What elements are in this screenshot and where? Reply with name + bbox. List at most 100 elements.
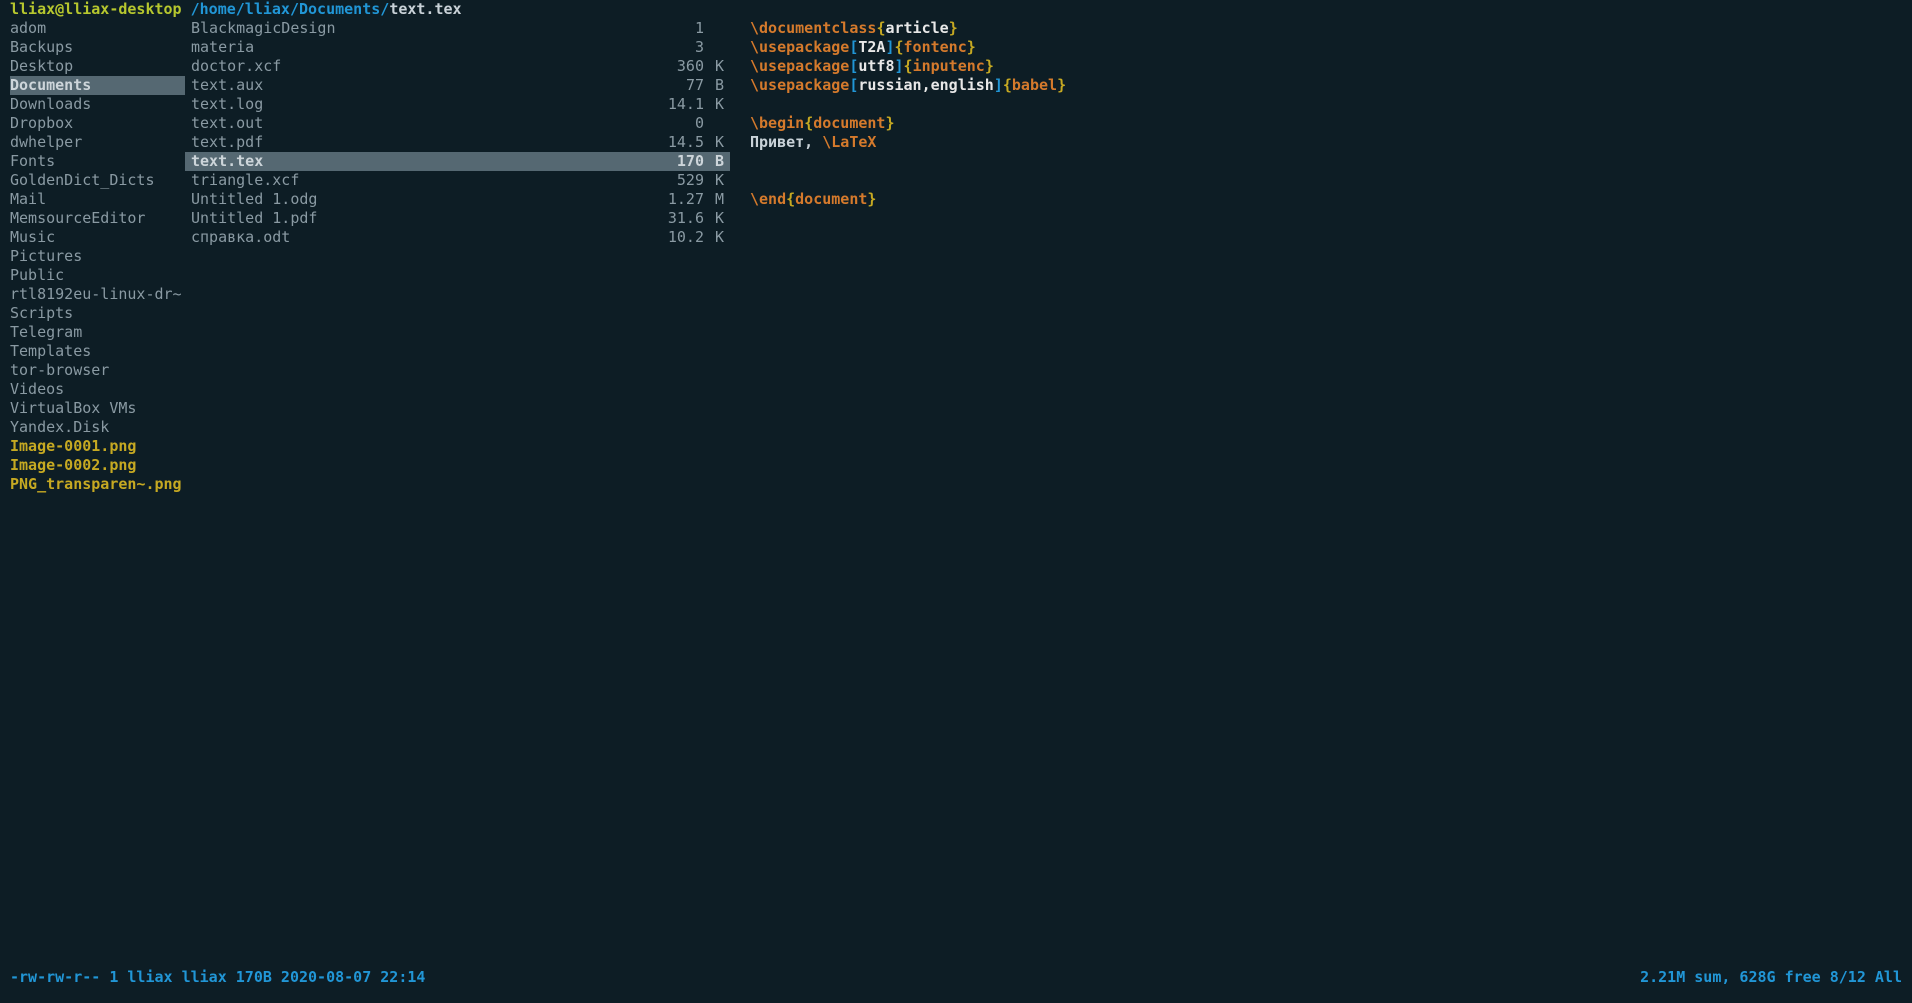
- parent-dir-item[interactable]: Mail: [10, 190, 185, 209]
- dir-label: Videos: [10, 380, 64, 399]
- current-path: /home/lliax/Documents/: [182, 0, 390, 18]
- parent-dir-item[interactable]: Yandex.Disk: [10, 418, 185, 437]
- file-label: BlackmagicDesign: [185, 19, 336, 38]
- dir-label: rtl8192eu-linux-dr~: [10, 285, 182, 304]
- editor-line: Привет, \LaTeX: [750, 133, 1902, 152]
- parent-dir-item[interactable]: GoldenDict_Dicts: [10, 171, 185, 190]
- file-item[interactable]: BlackmagicDesign 1: [185, 19, 730, 38]
- status-right: 2.21M sum, 628G free 8/12 All: [1640, 968, 1902, 987]
- syntax-token: inputenc: [913, 57, 985, 75]
- file-label: text.out: [185, 114, 263, 133]
- parent-dir-item[interactable]: Music: [10, 228, 185, 247]
- file-size-num: 10.2: [654, 228, 704, 247]
- parent-dir-item[interactable]: Image-0002.png: [10, 456, 185, 475]
- file-label: справка.odt: [185, 228, 290, 247]
- status-left: -rw-rw-r-- 1 lliax lliax 170B 2020-08-07…: [10, 968, 425, 987]
- dir-label: Scripts: [10, 304, 73, 323]
- dir-label: Pictures: [10, 247, 82, 266]
- editor-line: [750, 171, 1902, 190]
- file-item[interactable]: Untitled 1.pdf31.6K: [185, 209, 730, 228]
- file-size: 529K: [654, 171, 724, 190]
- file-size-num: 14.1: [654, 95, 704, 114]
- file-size-num: 31.6: [654, 209, 704, 228]
- parent-dir-item[interactable]: Templates: [10, 342, 185, 361]
- file-size-unit: B: [704, 76, 724, 95]
- file-size-num: 170: [654, 152, 704, 171]
- editor-line: \usepackage[T2A]{fontenc}: [750, 38, 1902, 57]
- syntax-token: document: [795, 190, 867, 208]
- file-size: 1.27M: [654, 190, 724, 209]
- file-item[interactable]: справка.odt 10.2K: [185, 228, 730, 247]
- file-size: 77B: [654, 76, 724, 95]
- syntax-token: \documentclass: [750, 19, 876, 37]
- parent-dir-item[interactable]: Backups: [10, 38, 185, 57]
- file-size-num: 14.5: [654, 133, 704, 152]
- dir-label: MemsourceEditor: [10, 209, 145, 228]
- dir-label: Yandex.Disk: [10, 418, 109, 437]
- file-label: text.tex: [185, 152, 263, 171]
- parent-dir-item[interactable]: Pictures: [10, 247, 185, 266]
- editor-line: \begin{document}: [750, 114, 1902, 133]
- syntax-token: \LaTeX: [822, 133, 876, 151]
- file-item[interactable]: text.pdf 14.5K: [185, 133, 730, 152]
- file-size-num: 360: [654, 57, 704, 76]
- file-label: text.pdf: [185, 133, 263, 152]
- file-item[interactable]: text.log 14.1K: [185, 95, 730, 114]
- parent-dir-item[interactable]: adom: [10, 19, 185, 38]
- file-item[interactable]: text.aux77B: [185, 76, 730, 95]
- parent-dir-item[interactable]: Telegram: [10, 323, 185, 342]
- preview-pane[interactable]: \documentclass{article}\usepackage[T2A]{…: [730, 19, 1902, 494]
- parent-dir-item[interactable]: Scripts: [10, 304, 185, 323]
- syntax-token: \begin: [750, 114, 804, 132]
- parent-dir-item[interactable]: Documents: [10, 76, 185, 95]
- file-size-unit: [704, 19, 724, 38]
- file-size: 31.6K: [654, 209, 724, 228]
- parent-dir-item[interactable]: Image-0001.png: [10, 437, 185, 456]
- file-size: 1: [654, 19, 724, 38]
- dir-label: Desktop: [10, 57, 73, 76]
- parent-dir-item[interactable]: VirtualBox VMs: [10, 399, 185, 418]
- image-file-label: Image-0001.png: [10, 437, 136, 456]
- parent-dir-item[interactable]: tor-browser: [10, 361, 185, 380]
- path-header: lliax@lliax-desktop /home/lliax/Document…: [0, 0, 1912, 19]
- dir-label: tor-browser: [10, 361, 109, 380]
- current-dir-pane[interactable]: BlackmagicDesign1materia3doctor.xcf360Kt…: [185, 19, 730, 494]
- syntax-token: article: [885, 19, 948, 37]
- parent-dir-item[interactable]: dwhelper: [10, 133, 185, 152]
- parent-dir-item[interactable]: Fonts: [10, 152, 185, 171]
- parent-dir-item[interactable]: Dropbox: [10, 114, 185, 133]
- file-size-unit: K: [704, 171, 724, 190]
- dir-label: adom: [10, 19, 46, 38]
- file-size-unit: K: [704, 228, 724, 247]
- parent-dir-pane[interactable]: adomBackupsDesktopDocumentsDownloadsDrop…: [10, 19, 185, 494]
- file-size-unit: K: [704, 209, 724, 228]
- file-item[interactable]: doctor.xcf360K: [185, 57, 730, 76]
- file-size: 14.5K: [654, 133, 724, 152]
- file-label: triangle.xcf: [185, 171, 299, 190]
- syntax-token: \usepackage: [750, 38, 849, 56]
- file-size-num: 1.27: [654, 190, 704, 209]
- file-item[interactable]: materia 3: [185, 38, 730, 57]
- syntax-token: }: [1057, 76, 1066, 94]
- file-label: materia: [185, 38, 254, 57]
- parent-dir-item[interactable]: MemsourceEditor: [10, 209, 185, 228]
- file-item[interactable]: Untitled 1.odg1.27M: [185, 190, 730, 209]
- dir-label: Telegram: [10, 323, 82, 342]
- parent-dir-item[interactable]: Videos: [10, 380, 185, 399]
- file-size-unit: K: [704, 95, 724, 114]
- file-label: text.log: [185, 95, 263, 114]
- current-file: text.tex: [389, 0, 461, 18]
- parent-dir-item[interactable]: Downloads: [10, 95, 185, 114]
- file-item[interactable]: triangle.xcf 529K: [185, 171, 730, 190]
- file-item[interactable]: text.out0: [185, 114, 730, 133]
- file-size-unit: K: [704, 57, 724, 76]
- parent-dir-item[interactable]: Public: [10, 266, 185, 285]
- syntax-token: utf8: [858, 57, 894, 75]
- file-size-num: 3: [654, 38, 704, 57]
- image-file-label: Image-0002.png: [10, 456, 136, 475]
- file-item[interactable]: text.tex170B: [185, 152, 730, 171]
- parent-dir-item[interactable]: PNG_transparen~.png: [10, 475, 185, 494]
- parent-dir-item[interactable]: rtl8192eu-linux-dr~: [10, 285, 185, 304]
- parent-dir-item[interactable]: Desktop: [10, 57, 185, 76]
- syntax-token: \usepackage: [750, 57, 849, 75]
